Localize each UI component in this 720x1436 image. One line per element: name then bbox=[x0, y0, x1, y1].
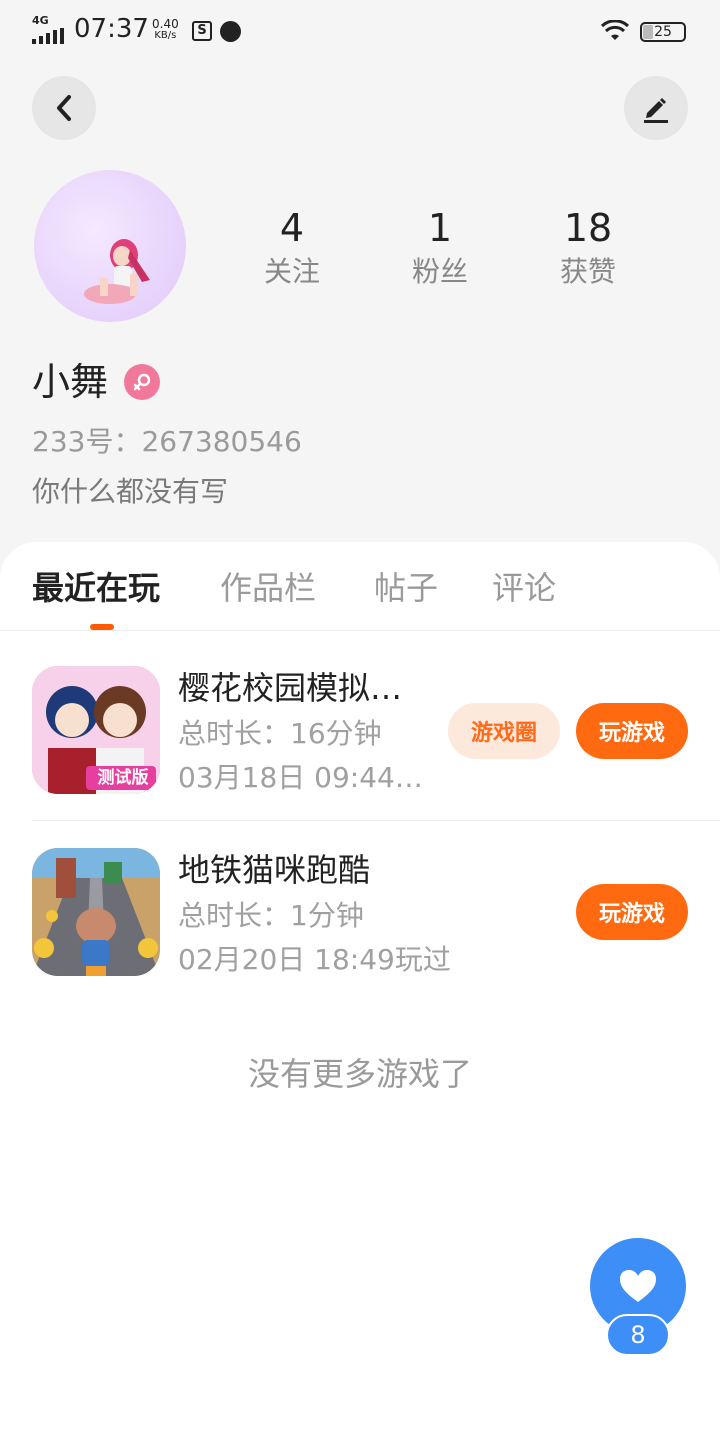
tab-divider bbox=[0, 630, 720, 631]
user-bio: 你什么都没有写 bbox=[32, 475, 229, 508]
heart-icon bbox=[620, 1270, 656, 1302]
chevron-left-icon bbox=[57, 95, 71, 121]
tab-posts[interactable]: 帖子 bbox=[374, 566, 438, 610]
network-speed: 0.40 KB/s bbox=[152, 18, 179, 42]
game-title[interactable]: 地铁猫咪跑酷 bbox=[178, 848, 370, 892]
stat-followers-label: 粉丝 bbox=[411, 255, 468, 288]
status-time: 07:37 bbox=[74, 14, 149, 44]
network-type: 4G bbox=[32, 14, 49, 27]
tab-comments[interactable]: 评论 bbox=[492, 566, 556, 610]
battery-icon: 25 bbox=[640, 22, 686, 42]
stat-followers[interactable]: 1 粉丝 bbox=[380, 206, 500, 292]
game-duration: 总时长：1分钟 bbox=[178, 899, 364, 932]
stat-followers-count: 1 bbox=[427, 206, 453, 250]
game-title[interactable]: 樱花校园模拟… bbox=[178, 666, 402, 710]
avatar-character-image bbox=[84, 239, 150, 304]
test-version-badge: 测试版 bbox=[97, 768, 149, 788]
list-divider bbox=[32, 820, 720, 821]
stat-following[interactable]: 4 关注 bbox=[232, 206, 352, 292]
like-count-badge: 8 bbox=[606, 1314, 670, 1356]
network-speed-value: 0.40 bbox=[152, 17, 179, 31]
tab-recently-played[interactable]: 最近在玩 bbox=[32, 566, 160, 610]
back-button[interactable] bbox=[32, 76, 96, 140]
battery-level: 25 bbox=[654, 24, 672, 40]
stat-likes-count: 18 bbox=[563, 206, 613, 250]
signal-icon: 4G bbox=[32, 14, 66, 46]
no-more-games-text: 没有更多游戏了 bbox=[247, 1055, 472, 1093]
stat-likes[interactable]: 18 获赞 bbox=[528, 206, 648, 292]
pen-edit-icon bbox=[644, 98, 668, 123]
status-bar: 4G 07:37 0.40 KB/s S 25 bbox=[0, 0, 720, 64]
wifi-icon bbox=[600, 20, 630, 40]
app-notification-icon: S bbox=[192, 21, 212, 41]
game-circle-button[interactable]: 游戏圈 bbox=[448, 703, 560, 759]
stat-likes-label: 获赞 bbox=[559, 255, 616, 288]
edit-profile-button[interactable] bbox=[624, 76, 688, 140]
game-icon-sakura-school[interactable]: 测试版 bbox=[32, 666, 160, 794]
game-last-played: 03月18日 09:44… bbox=[178, 761, 423, 794]
stat-following-label: 关注 bbox=[263, 255, 320, 288]
avatar[interactable] bbox=[34, 170, 186, 322]
tab-works[interactable]: 作品栏 bbox=[220, 566, 316, 610]
user-id: 233号：267380546 bbox=[32, 425, 302, 458]
game-last-played: 02月20日 18:49玩过 bbox=[178, 943, 451, 976]
username: 小舞 bbox=[32, 360, 109, 404]
browser-notification-icon bbox=[220, 21, 241, 42]
play-game-button[interactable]: 玩游戏 bbox=[576, 703, 688, 759]
female-gender-icon bbox=[124, 364, 160, 400]
play-game-button[interactable]: 玩游戏 bbox=[576, 884, 688, 940]
game-duration: 总时长：16分钟 bbox=[178, 717, 382, 750]
game-icon-subway-cat[interactable] bbox=[32, 848, 160, 976]
stat-following-count: 4 bbox=[279, 206, 305, 250]
network-speed-unit: KB/s bbox=[154, 30, 177, 41]
